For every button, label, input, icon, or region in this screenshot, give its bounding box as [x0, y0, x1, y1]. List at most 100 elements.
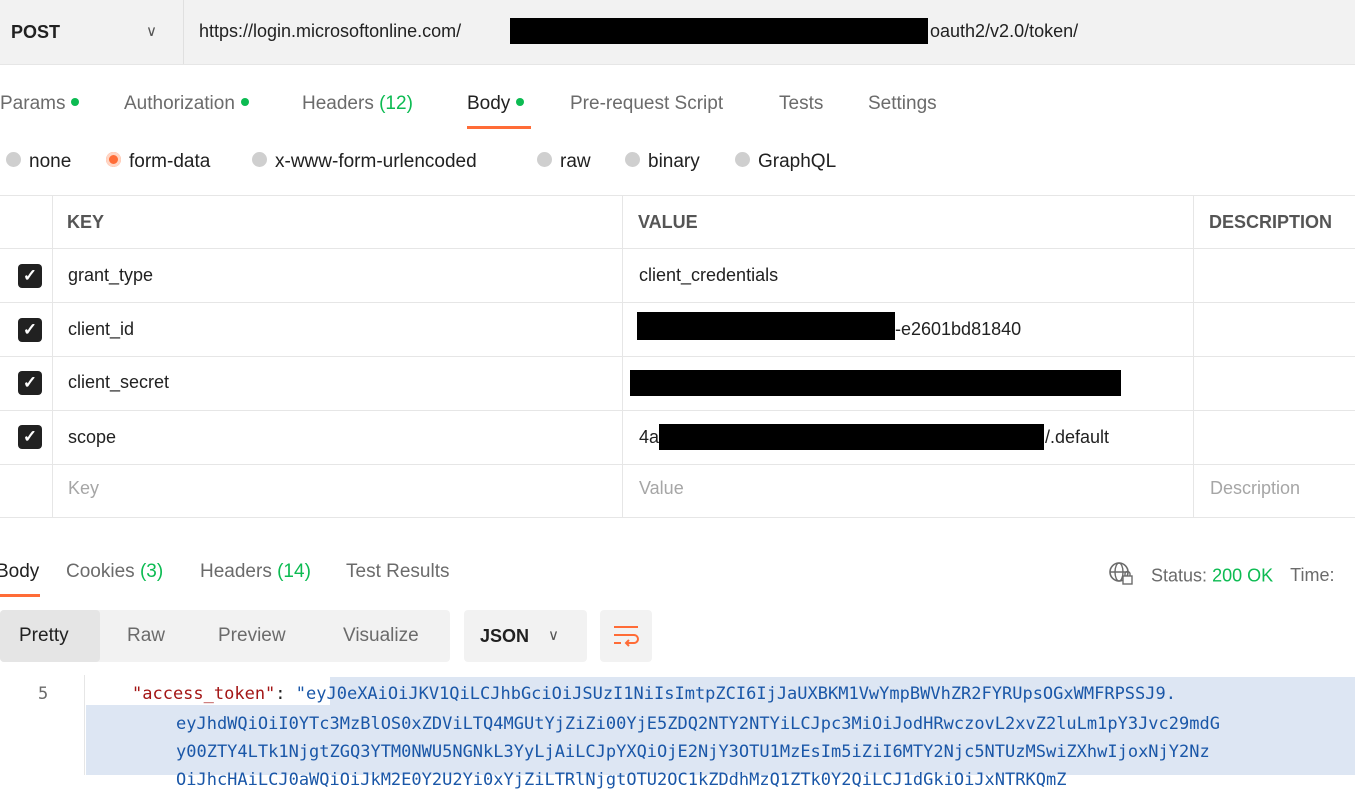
row-checkbox[interactable]: ✓: [18, 371, 42, 395]
tab-params[interactable]: Params: [0, 93, 80, 115]
tab-count: (12): [379, 93, 413, 114]
row-key[interactable]: scope: [68, 427, 116, 448]
tab-headers[interactable]: Headers (12): [302, 93, 413, 115]
response-tab-headers[interactable]: Headers (14): [200, 561, 311, 583]
tab-authorization[interactable]: Authorization: [124, 93, 249, 115]
chevron-down-icon[interactable]: ∨: [146, 22, 157, 40]
tab-settings[interactable]: Settings: [868, 93, 937, 115]
status-value: 200 OK: [1212, 565, 1274, 586]
radio-x-www-form-urlencoded[interactable]: x-www-form-urlencoded: [252, 151, 477, 173]
active-tab-indicator: [467, 126, 531, 129]
column-header-key: KEY: [67, 212, 105, 232]
chevron-down-icon[interactable]: ∨: [548, 626, 559, 644]
radio-form-data[interactable]: form-data: [106, 151, 210, 173]
status-label: Status:: [1151, 565, 1208, 586]
new-description-input[interactable]: Description: [1210, 478, 1300, 499]
row-checkbox[interactable]: ✓: [18, 318, 42, 342]
radio-graphql[interactable]: GraphQL: [735, 151, 836, 173]
indicator-dot: [240, 97, 249, 106]
radio-circle: [537, 152, 552, 168]
column-header-description: DESCRIPTION: [1209, 212, 1333, 232]
tab-label: Body: [467, 93, 511, 114]
tab-label: Body: [0, 561, 40, 582]
tab-label: Params: [0, 93, 66, 114]
response-tab-test-results[interactable]: Test Results: [346, 561, 449, 583]
radio-circle: [625, 152, 640, 168]
row-checkbox[interactable]: ✓: [18, 425, 42, 449]
radio-label: binary: [648, 151, 700, 172]
table-divider: [0, 410, 1355, 411]
radio-label: GraphQL: [758, 151, 837, 172]
url-input[interactable]: https://login.microsoftonline.com/: [199, 21, 461, 42]
column-header-value: VALUE: [638, 212, 698, 232]
url-input-suffix[interactable]: oauth2/v2.0/token/: [930, 21, 1078, 42]
tab-label: Settings: [868, 93, 937, 114]
radio-raw[interactable]: raw: [537, 151, 591, 173]
tab-pre-request-script[interactable]: Pre-request Script: [570, 93, 723, 115]
radio-circle: [252, 152, 267, 168]
radio-none[interactable]: none: [6, 151, 71, 173]
tab-label: Pre-request Script: [570, 93, 724, 114]
radio-circle: [735, 152, 750, 168]
radio-label: form-data: [129, 151, 211, 172]
tab-count: (3): [139, 561, 164, 582]
table-divider: [0, 248, 1355, 249]
row-value[interactable]: -e2601bd81840: [895, 319, 1021, 340]
radio-binary[interactable]: binary: [625, 151, 700, 173]
row-key[interactable]: grant_type: [68, 265, 153, 286]
gutter-divider: [84, 675, 85, 775]
radio-label: x-www-form-urlencoded: [275, 151, 477, 172]
format-label: JSON: [480, 626, 530, 646]
redaction-bar: [510, 18, 928, 44]
redaction-bar: [630, 370, 1121, 396]
radio-label: raw: [560, 151, 591, 172]
table-divider: [52, 195, 53, 518]
tab-label: Authorization: [124, 93, 235, 114]
response-tab-cookies[interactable]: Cookies (3): [66, 561, 163, 583]
view-preview-button[interactable]: Preview: [218, 625, 286, 647]
json-string: "eyJ0eXAiOiJKV1QiLCJhbGciOiJSUzI1NiIsImt…: [295, 684, 1176, 704]
view-raw-button[interactable]: Raw: [127, 625, 165, 647]
new-key-input[interactable]: Key: [68, 478, 99, 499]
view-pretty-button[interactable]: Pretty: [19, 625, 69, 647]
time-label: Time:: [1290, 565, 1335, 586]
row-checkbox[interactable]: ✓: [18, 264, 42, 288]
status-bar: Status: 200 OK Time:: [1108, 561, 1334, 592]
line-number: 5: [38, 684, 49, 704]
globe-icon[interactable]: [1108, 561, 1134, 592]
table-divider: [1193, 195, 1194, 518]
row-value[interactable]: 4a: [639, 427, 659, 448]
tab-label: Cookies: [66, 561, 135, 582]
method-label: POST: [11, 22, 61, 42]
view-visualize-button[interactable]: Visualize: [343, 625, 419, 647]
new-value-input[interactable]: Value: [639, 478, 684, 499]
response-tab-body[interactable]: Body: [0, 561, 39, 583]
tab-tests[interactable]: Tests: [779, 93, 823, 115]
table-divider: [0, 517, 1355, 518]
redaction-bar: [637, 312, 895, 340]
tab-label: Tests: [779, 93, 824, 114]
table-divider: [0, 302, 1355, 303]
wrap-lines-icon: [614, 626, 639, 647]
table-divider: [0, 464, 1355, 465]
row-value[interactable]: client_credentials: [639, 265, 778, 286]
table-divider: [0, 195, 1355, 196]
code-line[interactable]: eyJhdWQiOiI0YTc3MzBlOS0xZDViLTQ4MGUtYjZi…: [176, 714, 1220, 734]
indicator-dot: [71, 97, 80, 106]
json-colon: :: [275, 684, 296, 704]
row-key[interactable]: client_secret: [68, 372, 169, 393]
indicator-dot: [516, 97, 525, 106]
radio-circle: [6, 152, 21, 168]
wrap-lines-button[interactable]: [600, 610, 652, 662]
row-value-suffix[interactable]: /.default: [1045, 427, 1109, 448]
tab-count: (14): [277, 561, 311, 582]
table-divider: [622, 195, 623, 518]
code-line[interactable]: y00ZTY4LTk1NjgtZGQ3YTM0NWU5NGNkL3YyLjAiL…: [176, 742, 1210, 762]
tab-body[interactable]: Body: [467, 93, 525, 115]
row-key[interactable]: client_id: [68, 319, 134, 340]
code-line[interactable]: "access_token": "eyJ0eXAiOiJKV1QiLCJhbGc…: [132, 684, 1176, 704]
active-tab-indicator: [0, 594, 40, 597]
table-divider: [0, 356, 1355, 357]
tab-label: Headers: [302, 93, 374, 114]
code-line[interactable]: OiJhcHAiLCJ0aWQiOiJkM2E0Y2U2Yi0xYjZiLTRl…: [176, 770, 1066, 790]
